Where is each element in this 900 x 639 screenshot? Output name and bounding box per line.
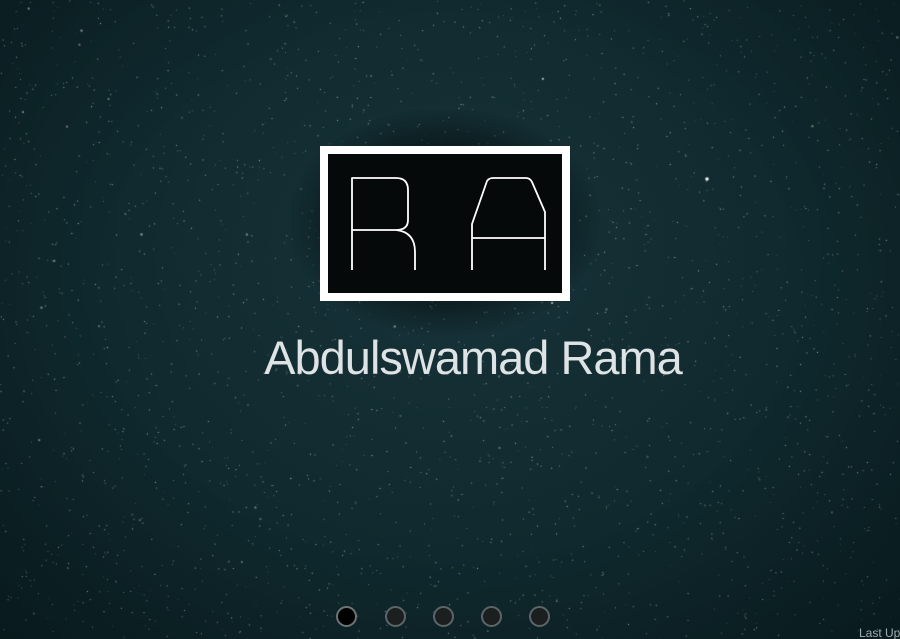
logo-letter-r xyxy=(351,177,416,270)
pagination-dot-2[interactable] xyxy=(385,606,406,627)
profile-name: Abdulswamad Rama xyxy=(264,331,683,384)
slide-pagination xyxy=(336,606,556,632)
ra-monogram-logo xyxy=(320,146,570,301)
logo-letter-a xyxy=(471,177,546,270)
monogram-logo-icon xyxy=(351,177,546,270)
pagination-dot-3[interactable] xyxy=(433,606,454,627)
pagination-dot-5[interactable] xyxy=(529,606,550,627)
pagination-dot-4[interactable] xyxy=(481,606,502,627)
pagination-dot-1[interactable] xyxy=(336,606,357,627)
last-updated-text: Last Up xyxy=(859,626,900,639)
